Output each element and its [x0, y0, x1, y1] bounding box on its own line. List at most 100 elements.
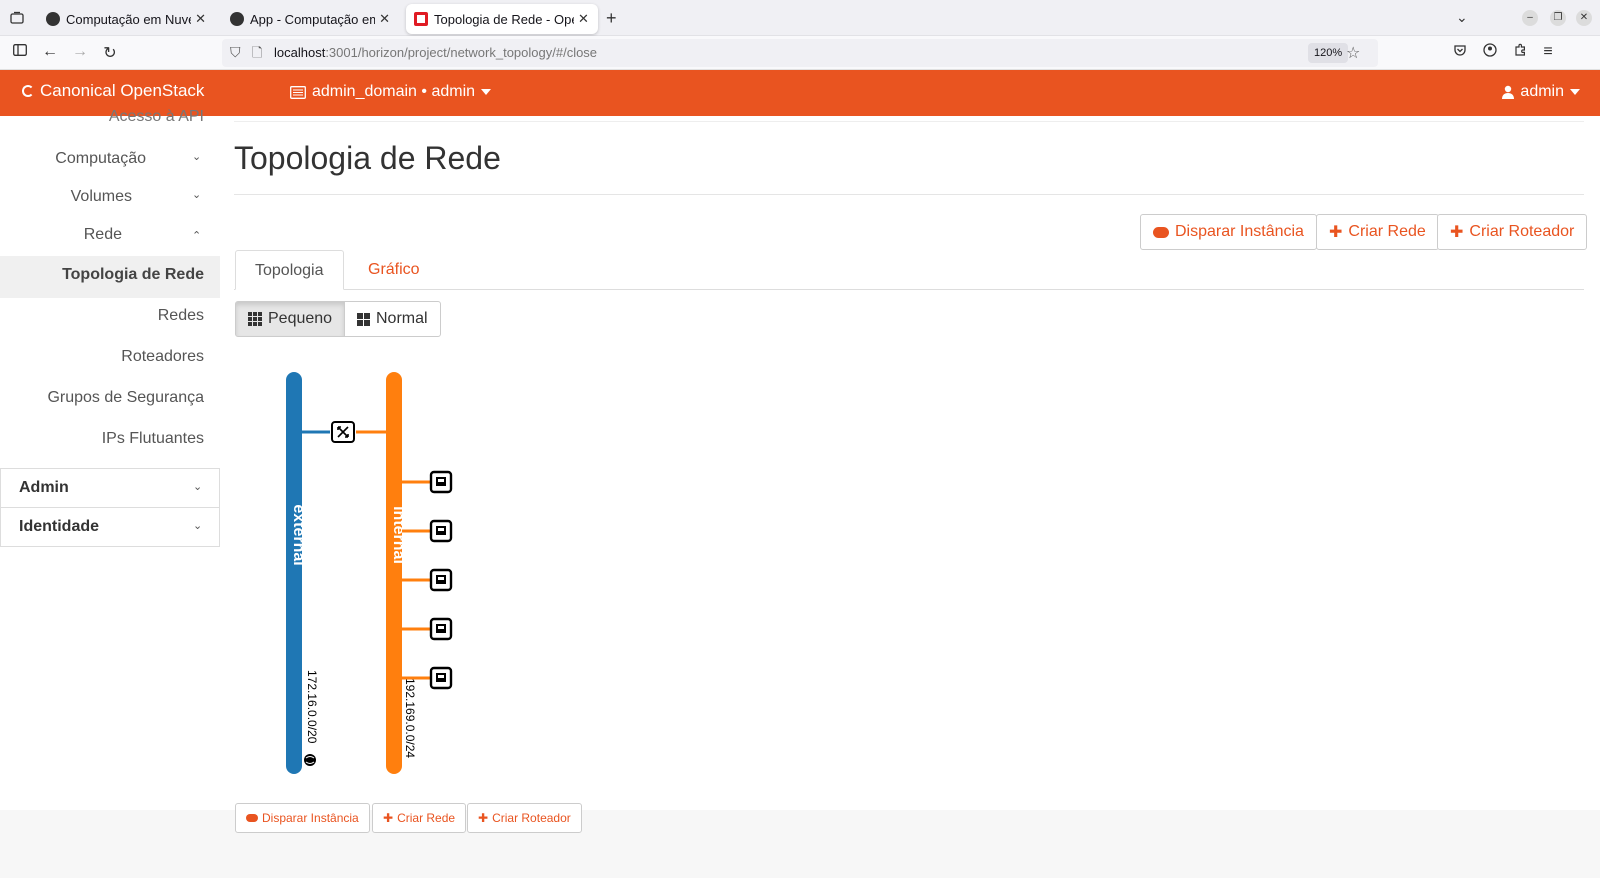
- tab-grafico[interactable]: Gráfico: [349, 250, 439, 290]
- project-list-icon: [290, 85, 306, 99]
- close-icon[interactable]: ✕: [578, 11, 589, 27]
- plus-icon: ✚: [1329, 224, 1343, 241]
- close-icon[interactable]: ✕: [379, 11, 390, 27]
- content-top-divider: [234, 116, 1584, 122]
- close-window-icon[interactable]: ✕: [1576, 10, 1592, 26]
- chevron-down-icon[interactable]: ⌄: [1456, 9, 1468, 26]
- section-label: Admin: [19, 479, 69, 496]
- button-label: Disparar Instância: [1175, 223, 1304, 240]
- user-icon: [1502, 85, 1515, 99]
- openstack-header: Canonical OpenStack admin_domain • admin…: [0, 70, 1600, 116]
- back-arrow-icon[interactable]: ←: [40, 43, 60, 61]
- size-small-button[interactable]: Pequeno: [235, 301, 346, 337]
- network-topology-diagram: external 172.16.0.0/20 internal 192.169.…: [286, 372, 453, 774]
- reload-icon[interactable]: ↻: [100, 43, 120, 63]
- chevron-down-icon[interactable]: ⌄: [192, 150, 201, 163]
- create-router-button[interactable]: ✚ Criar Roteador: [1437, 214, 1588, 250]
- title-divider: [234, 194, 1584, 195]
- button-label: Disparar Instância: [262, 811, 359, 825]
- instance-3[interactable]: [402, 568, 453, 592]
- sidebar-group-rede[interactable]: Rede: [84, 226, 122, 244]
- browser-nav-bar: ← → ↻ ⛉ 🗋 localhost:3001/horizon/project…: [0, 36, 1600, 70]
- chevron-down-icon: ⌄: [193, 481, 203, 493]
- create-router-button-small[interactable]: ✚ Criar Roteador: [467, 803, 582, 833]
- url-text[interactable]: localhost:3001/horizon/project/network_t…: [274, 45, 597, 60]
- bookmark-star-icon[interactable]: ☆: [1346, 43, 1360, 63]
- sidebar-item-api-access[interactable]: Acesso à API: [109, 108, 204, 126]
- tab-title: App - Computação em Nu: [250, 11, 376, 27]
- button-label: Criar Rede: [397, 811, 456, 825]
- router-icon[interactable]: [331, 421, 355, 443]
- sidebar-toggle-icon[interactable]: [10, 43, 30, 61]
- section-label: Identidade: [19, 518, 100, 535]
- grid-large-icon: [357, 312, 370, 326]
- tab-topologia[interactable]: Topologia: [235, 250, 344, 290]
- browser-tab-2[interactable]: App - Computação em Nu ✕: [222, 4, 398, 34]
- ubuntu-logo-icon: [22, 85, 34, 97]
- new-tab-icon[interactable]: +: [606, 8, 617, 29]
- globe-icon: [304, 754, 316, 766]
- close-icon[interactable]: ✕: [195, 11, 206, 27]
- grid-small-icon: [248, 312, 262, 326]
- page-icon[interactable]: 🗋: [252, 44, 262, 66]
- create-network-button-small[interactable]: ✚ Criar Rede: [372, 803, 467, 833]
- zoom-level-badge[interactable]: 120%: [1308, 43, 1349, 63]
- sidebar-section-admin[interactable]: Admin ⌄: [0, 468, 220, 508]
- project-name: admin_domain • admin: [312, 83, 476, 100]
- chevron-up-icon[interactable]: ⌃: [192, 229, 201, 242]
- chevron-down-icon[interactable]: ⌄: [192, 188, 201, 201]
- browser-tab-1[interactable]: Computação em Nuvem - ✕: [38, 4, 214, 34]
- caret-down-icon: [481, 89, 492, 95]
- url-host: localhost: [274, 45, 326, 60]
- pocket-icon[interactable]: [1450, 43, 1470, 62]
- create-network-button[interactable]: ✚ Criar Rede: [1316, 214, 1439, 250]
- url-bar[interactable]: ⛉ 🗋 localhost:3001/horizon/project/netwo…: [222, 39, 1378, 67]
- sidebar-item-roteadores[interactable]: Roteadores: [121, 348, 204, 366]
- user-name: admin: [1520, 83, 1564, 100]
- plus-icon: ✚: [383, 811, 394, 825]
- plus-icon: ✚: [1450, 224, 1464, 241]
- launch-instance-button[interactable]: Disparar Instância: [1140, 214, 1317, 250]
- extensions-icon[interactable]: [1510, 43, 1530, 62]
- github-icon: [230, 12, 244, 26]
- tab-title: Computação em Nuvem -: [66, 11, 191, 27]
- instance-2[interactable]: [402, 519, 453, 543]
- browser-tab-3-active[interactable]: Topologia de Rede - Oper ✕: [406, 4, 598, 34]
- user-menu[interactable]: admin: [1502, 83, 1580, 101]
- sidebar-item-ips-flutuantes[interactable]: IPs Flutuantes: [102, 430, 204, 448]
- shield-icon[interactable]: ⛉: [230, 44, 241, 61]
- network-internal[interactable]: internal 192.169.0.0/24: [386, 372, 417, 774]
- menu-icon[interactable]: ≡: [1538, 43, 1558, 61]
- instance-4[interactable]: [402, 617, 453, 641]
- button-label: Criar Roteador: [492, 811, 571, 825]
- account-icon[interactable]: [1480, 43, 1500, 62]
- network-cidr-external: 172.16.0.0/20: [305, 670, 319, 744]
- network-name-internal: internal: [390, 506, 407, 564]
- forward-arrow-icon[interactable]: →: [70, 43, 90, 61]
- project-selector[interactable]: admin_domain • admin: [290, 83, 492, 101]
- instance-1[interactable]: [402, 470, 453, 494]
- button-label: Criar Rede: [1348, 223, 1426, 240]
- chevron-down-icon: ⌄: [193, 520, 203, 532]
- url-path: :3001/horizon/project/network_topology/#…: [325, 45, 598, 60]
- sidebar-item-topologia-de-rede[interactable]: Topologia de Rede: [62, 266, 204, 284]
- minimize-icon[interactable]: –: [1522, 10, 1538, 26]
- sidebar-group-computacao[interactable]: Computação: [55, 150, 146, 168]
- size-normal-button[interactable]: Normal: [344, 301, 441, 337]
- network-cidr-internal: 192.169.0.0/24: [403, 678, 417, 758]
- sidebar-group-volumes[interactable]: Volumes: [71, 188, 132, 206]
- network-name-external: external: [290, 504, 307, 565]
- launch-instance-button-small[interactable]: Disparar Instância: [235, 803, 370, 833]
- sidebar-item-redes[interactable]: Redes: [158, 307, 204, 325]
- brand-name: Canonical OpenStack: [40, 81, 205, 100]
- page-title: Topologia de Rede: [234, 140, 501, 176]
- tab-list-icon[interactable]: [8, 9, 26, 27]
- restore-icon[interactable]: ❐: [1550, 10, 1566, 26]
- github-icon: [46, 12, 60, 26]
- brand-logo[interactable]: Canonical OpenStack: [22, 81, 204, 101]
- plus-icon: ✚: [478, 811, 489, 825]
- sidebar-section-identidade[interactable]: Identidade ⌄: [0, 507, 220, 547]
- caret-down-icon: [1570, 89, 1580, 95]
- sidebar-item-grupos-de-seguranca[interactable]: Grupos de Segurança: [47, 389, 204, 407]
- cloud-upload-icon: [246, 814, 258, 822]
